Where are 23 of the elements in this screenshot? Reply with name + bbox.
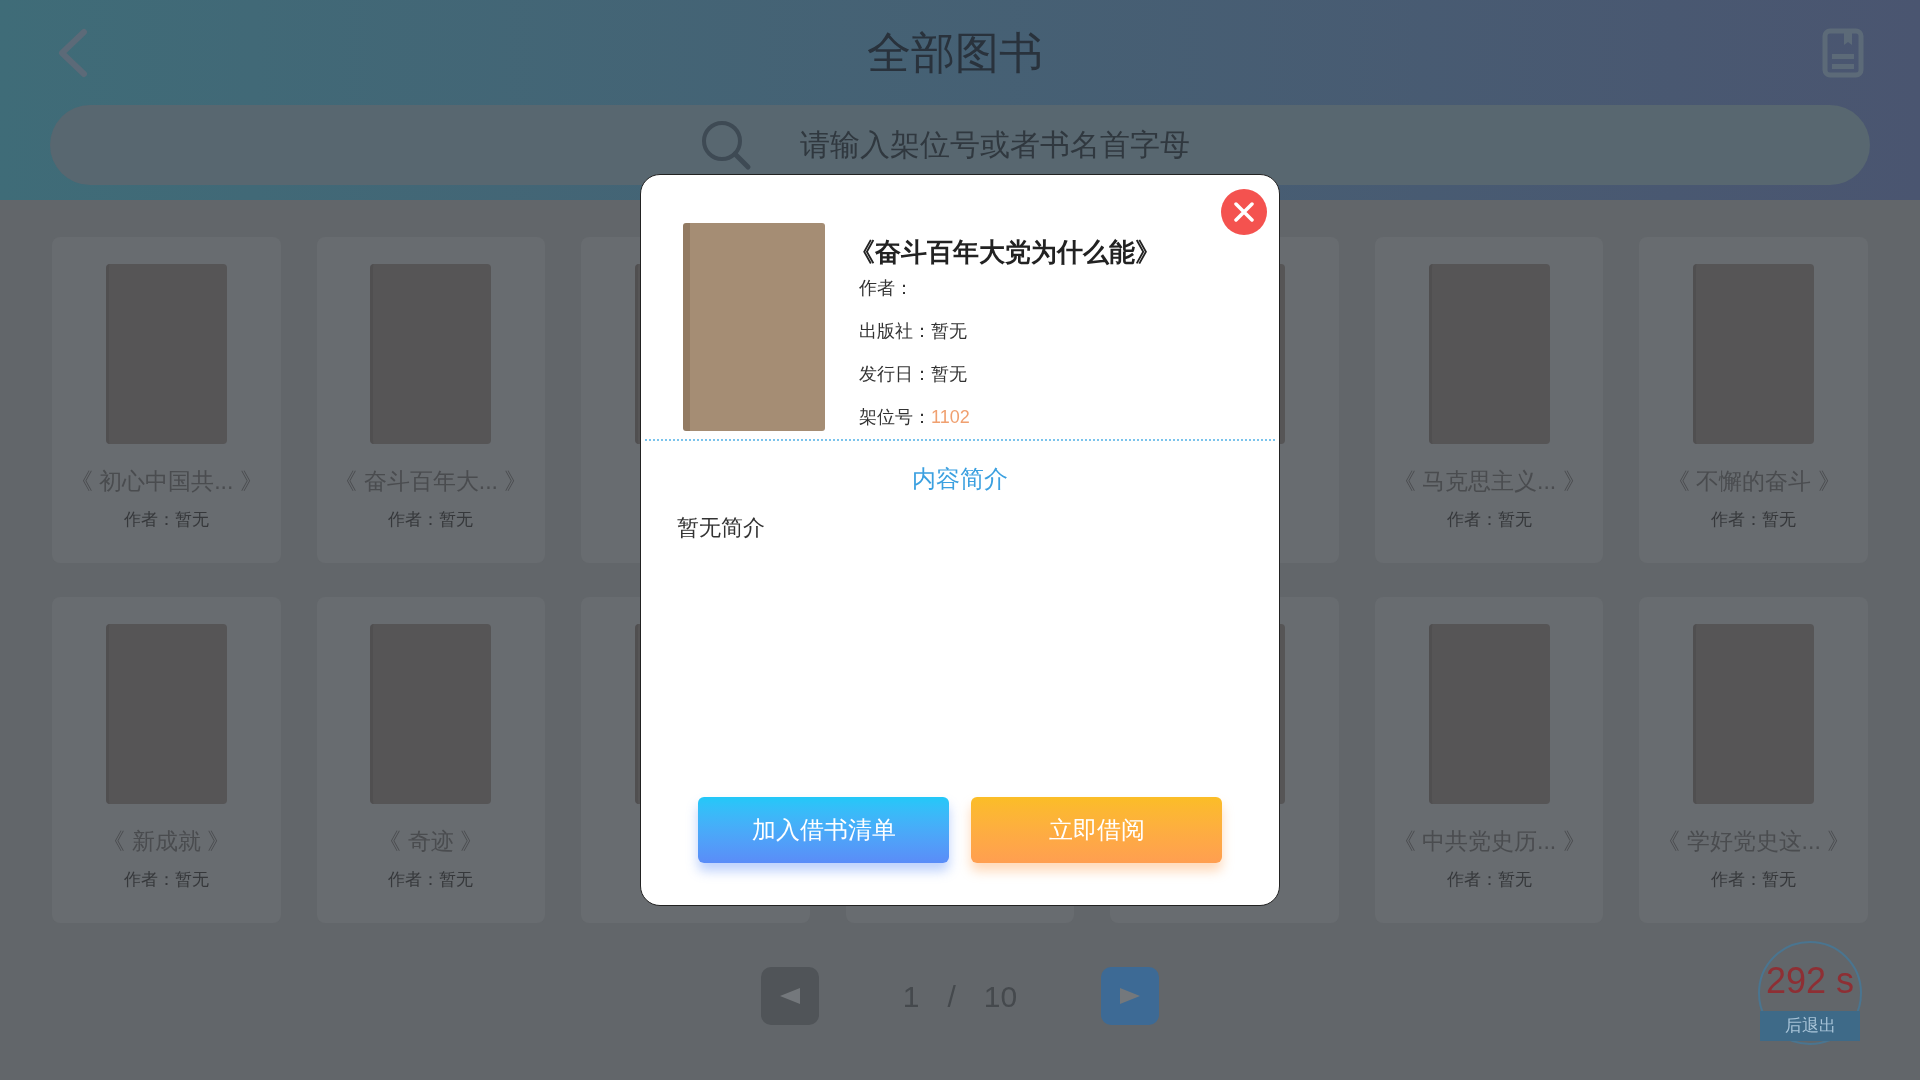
field-label: 作者： bbox=[859, 277, 913, 300]
close-icon bbox=[1234, 202, 1254, 222]
countdown-timer: 292 s bbox=[1765, 963, 1855, 999]
close-button[interactable] bbox=[1221, 189, 1267, 235]
borrow-button[interactable]: 立即借阅 bbox=[971, 797, 1222, 863]
add-to-list-button[interactable]: 加入借书清单 bbox=[698, 797, 949, 863]
search-icon bbox=[700, 119, 752, 171]
field-label: 架位号： bbox=[859, 406, 931, 429]
field-value: 暂无 bbox=[931, 320, 967, 343]
right-triangle-icon bbox=[1120, 988, 1141, 1004]
field-label: 发行日： bbox=[859, 363, 931, 386]
field-value: 1102 bbox=[931, 406, 970, 429]
field-value: 暂无 bbox=[931, 363, 967, 386]
page-separator: / bbox=[947, 978, 956, 1015]
page-title: 全部图书 bbox=[867, 26, 1043, 79]
next-page-button[interactable] bbox=[1101, 967, 1160, 1025]
exit-caption: 后退出 bbox=[1760, 1011, 1860, 1041]
book-summary: 暂无简介 bbox=[677, 514, 765, 542]
field-label: 出版社： bbox=[859, 320, 931, 343]
section-title: 内容简介 bbox=[912, 464, 1008, 494]
left-triangle-icon bbox=[779, 988, 800, 1004]
book-title: 《奋斗百年大党为什么能》 bbox=[849, 236, 1161, 269]
back-icon[interactable] bbox=[56, 27, 88, 78]
